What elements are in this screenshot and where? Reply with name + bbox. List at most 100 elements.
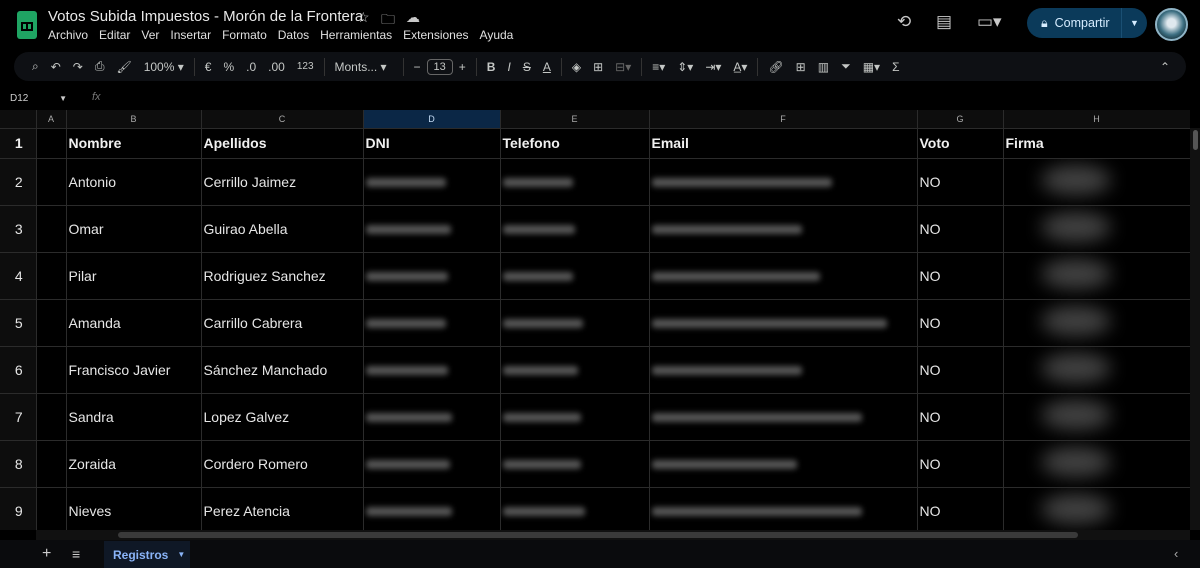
row-header[interactable]: 4: [0, 252, 37, 300]
header-cell[interactable]: Firma: [1003, 128, 1190, 159]
apellidos-cell[interactable]: Sánchez Manchado: [201, 346, 364, 394]
apellidos-cell[interactable]: Guirao Abella: [201, 205, 364, 253]
functions-icon[interactable]: Σ: [886, 60, 905, 74]
bold-button[interactable]: B: [481, 60, 502, 74]
header-cell[interactable]: Apellidos: [201, 128, 364, 159]
header-cell[interactable]: Email: [649, 128, 918, 159]
redo-icon[interactable]: ↷: [67, 60, 89, 74]
font-size-decrease-icon[interactable]: −: [408, 60, 427, 74]
paint-format-icon[interactable]: 🖌︎: [110, 60, 137, 74]
column-header-b[interactable]: B: [66, 110, 202, 129]
dni-cell[interactable]: [363, 158, 501, 206]
version-history-icon[interactable]: ⟲: [897, 12, 911, 32]
zoom-select[interactable]: 100% ▾: [138, 60, 190, 74]
firma-cell[interactable]: [1003, 205, 1190, 253]
sheet-tab-registros[interactable]: Registros ▼: [104, 541, 190, 568]
email-cell[interactable]: [649, 393, 918, 441]
apellidos-cell[interactable]: Rodriguez Sanchez: [201, 252, 364, 300]
insert-chart-icon[interactable]: ▥: [812, 60, 835, 74]
column-header-g[interactable]: G: [917, 110, 1004, 129]
filter-icon[interactable]: ⏷: [835, 59, 857, 74]
dni-cell[interactable]: [363, 487, 501, 530]
menu-editar[interactable]: Editar: [99, 28, 130, 42]
share-dropdown-icon[interactable]: ▼: [1121, 8, 1147, 38]
firma-cell[interactable]: [1003, 440, 1190, 488]
firma-cell[interactable]: [1003, 393, 1190, 441]
insert-comment-icon[interactable]: ⊞: [790, 60, 812, 74]
voto-cell[interactable]: NO: [917, 393, 1004, 441]
telefono-cell[interactable]: [500, 487, 650, 530]
sheets-logo-icon[interactable]: [17, 11, 37, 39]
number-format-button[interactable]: 123: [291, 61, 320, 72]
header-cell[interactable]: DNI: [363, 128, 501, 159]
apellidos-cell[interactable]: Cordero Romero: [201, 440, 364, 488]
firma-cell[interactable]: [1003, 158, 1190, 206]
apellidos-cell[interactable]: Carrillo Cabrera: [201, 299, 364, 347]
voto-cell[interactable]: NO: [917, 252, 1004, 300]
undo-icon[interactable]: ↶: [45, 60, 67, 74]
print-icon[interactable]: ⎙: [89, 59, 111, 74]
vertical-scrollbar[interactable]: [1190, 128, 1200, 530]
telefono-cell[interactable]: [500, 252, 650, 300]
nombre-cell[interactable]: Omar: [66, 205, 202, 253]
column-header-d[interactable]: D: [363, 110, 501, 129]
cell[interactable]: [36, 128, 67, 159]
borders-icon[interactable]: ⊞: [587, 60, 609, 74]
name-box[interactable]: D12 ▼: [10, 93, 67, 104]
voto-cell[interactable]: NO: [917, 487, 1004, 530]
dni-cell[interactable]: [363, 205, 501, 253]
menu-herramientas[interactable]: Herramientas: [320, 28, 392, 42]
cell[interactable]: [36, 487, 67, 530]
spreadsheet-grid[interactable]: ABCDEFGH 1 Nombre Apellidos DNI Telefono Emai…: [0, 110, 1190, 530]
email-cell[interactable]: [649, 158, 918, 206]
collapse-sheet-bar-icon[interactable]: ‹: [1174, 546, 1178, 561]
row-header[interactable]: 6: [0, 346, 37, 394]
header-cell[interactable]: Nombre: [66, 128, 202, 159]
filter-views-icon[interactable]: ▦▾: [857, 60, 886, 74]
voto-cell[interactable]: NO: [917, 205, 1004, 253]
telefono-cell[interactable]: [500, 440, 650, 488]
telefono-cell[interactable]: [500, 393, 650, 441]
voto-cell[interactable]: NO: [917, 346, 1004, 394]
email-cell[interactable]: [649, 346, 918, 394]
collapse-toolbar-icon[interactable]: ⌃: [1154, 60, 1176, 74]
nombre-cell[interactable]: Francisco Javier: [66, 346, 202, 394]
select-all-corner[interactable]: [0, 110, 37, 129]
menu-ver[interactable]: Ver: [141, 28, 159, 42]
cell[interactable]: [36, 158, 67, 206]
cell[interactable]: [36, 393, 67, 441]
header-cell[interactable]: Telefono: [500, 128, 650, 159]
row-header[interactable]: 3: [0, 205, 37, 253]
email-cell[interactable]: [649, 440, 918, 488]
nombre-cell[interactable]: Pilar: [66, 252, 202, 300]
currency-button[interactable]: €: [199, 60, 218, 74]
menu-ayuda[interactable]: Ayuda: [480, 28, 514, 42]
menu-formato[interactable]: Formato: [222, 28, 267, 42]
column-header-c[interactable]: C: [201, 110, 364, 129]
strikethrough-button[interactable]: S: [517, 60, 537, 74]
sheet-tab-dropdown-icon[interactable]: ▼: [177, 550, 185, 559]
increase-decimal-button[interactable]: .00: [262, 60, 291, 74]
share-button[interactable]: 🔒︎ Compartir ▼: [1027, 8, 1147, 38]
column-header-h[interactable]: H: [1003, 110, 1190, 129]
font-select[interactable]: Monts... ▾: [329, 60, 399, 74]
nombre-cell[interactable]: Zoraida: [66, 440, 202, 488]
row-header[interactable]: 7: [0, 393, 37, 441]
nombre-cell[interactable]: Nieves: [66, 487, 202, 530]
voto-cell[interactable]: NO: [917, 440, 1004, 488]
firma-cell[interactable]: [1003, 252, 1190, 300]
cell[interactable]: [36, 205, 67, 253]
decrease-decimal-button[interactable]: .0: [240, 60, 262, 74]
text-rotation-icon[interactable]: A̲▾: [727, 60, 753, 74]
nombre-cell[interactable]: Amanda: [66, 299, 202, 347]
voto-cell[interactable]: NO: [917, 299, 1004, 347]
add-sheet-icon[interactable]: +: [42, 545, 51, 563]
row-header[interactable]: 9: [0, 487, 37, 530]
column-header-a[interactable]: A: [36, 110, 67, 129]
italic-button[interactable]: I: [501, 60, 516, 74]
name-box-dropdown-icon[interactable]: ▼: [59, 94, 67, 103]
email-cell[interactable]: [649, 487, 918, 530]
apellidos-cell[interactable]: Lopez Galvez: [201, 393, 364, 441]
menu-archivo[interactable]: Archivo: [48, 28, 88, 42]
row-header[interactable]: 5: [0, 299, 37, 347]
